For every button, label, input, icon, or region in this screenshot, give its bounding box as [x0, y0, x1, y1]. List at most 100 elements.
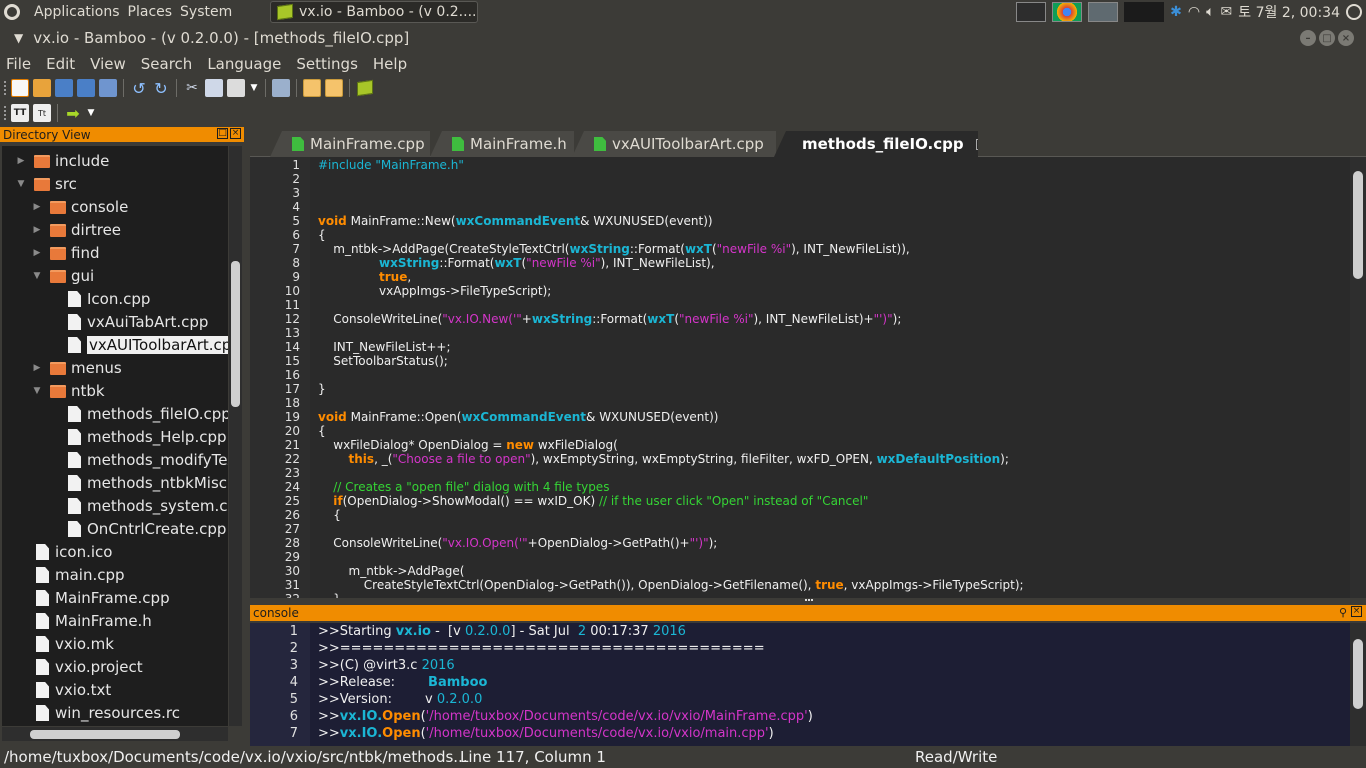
expand-arrow-icon[interactable]: ▶: [16, 156, 26, 166]
tree-vertical-scrollbar[interactable]: [229, 146, 242, 726]
directory-view-toggle-icon[interactable]: [303, 79, 321, 97]
tree-file[interactable]: vxio.txt: [16, 679, 111, 701]
redo-icon[interactable]: ↻: [152, 79, 170, 98]
tab-vxauitoolbarart-cpp[interactable]: vxAUIToolbarArt.cpp: [572, 131, 776, 157]
menu-language[interactable]: Language: [207, 55, 281, 73]
tree-file[interactable]: methods_Help.cpp: [48, 426, 227, 448]
bluetooth-icon[interactable]: ✱: [1170, 4, 1182, 20]
tree-folder[interactable]: ▶ find: [32, 242, 100, 264]
collapse-arrow-icon[interactable]: ▼: [32, 271, 42, 281]
toolbar-grip[interactable]: [4, 106, 7, 120]
panel-close-icon[interactable]: ×: [1351, 606, 1362, 617]
code-editor[interactable]: 1 2 3 4 5 6 7 8 9 10 11 12 13 14 15 16 17 18 19 20 21 22 23 24 2…: [250, 157, 1350, 598]
workspace-terminal-icon[interactable]: [1016, 2, 1047, 22]
tree-file[interactable]: vxAuiTabArt.cpp: [48, 311, 208, 333]
find-icon[interactable]: [272, 79, 290, 97]
cut-icon[interactable]: ✂: [183, 79, 201, 97]
system-menu[interactable]: System: [176, 4, 236, 20]
ubuntu-logo-icon[interactable]: [0, 0, 24, 24]
directory-tree[interactable]: ▶ include ▼ src ▶ console ▶ dirtree ▶ find ▼ gui Ico…: [2, 146, 228, 726]
tree-file[interactable]: methods_modifyTex: [48, 449, 228, 471]
tree-file[interactable]: vxAUIToolbarArt.cp: [48, 334, 228, 356]
tab-close-icon[interactable]: ×: [975, 138, 978, 150]
volume-icon[interactable]: 🔈︎: [1206, 4, 1214, 20]
paste-icon[interactable]: [227, 79, 245, 97]
dropdown-arrow-icon[interactable]: ▼: [249, 79, 259, 97]
expand-arrow-icon[interactable]: ▶: [32, 248, 42, 258]
workspace-empty[interactable]: [1124, 2, 1165, 22]
menu-view[interactable]: View: [90, 55, 126, 73]
menu-file[interactable]: File: [6, 55, 31, 73]
tab-mainframe-h[interactable]: MainFrame.h: [430, 131, 574, 157]
scroll-thumb[interactable]: [1353, 639, 1363, 709]
keyboard-icon[interactable]: ✉: [1221, 4, 1233, 20]
console-toggle-icon[interactable]: [325, 79, 343, 97]
wifi-icon[interactable]: ◠: [1188, 4, 1200, 20]
tree-file[interactable]: vxio.project: [16, 656, 143, 678]
collapse-arrow-icon[interactable]: ▼: [16, 179, 26, 189]
save-all-icon[interactable]: [99, 79, 117, 97]
copy-icon[interactable]: [205, 79, 223, 97]
save-icon[interactable]: [55, 79, 73, 97]
tree-file[interactable]: icon.ico: [16, 541, 112, 563]
taskbar-window-button[interactable]: vx.io - Bamboo - (v 0.2....: [270, 1, 478, 23]
dropdown-arrow-icon[interactable]: ▼: [86, 104, 96, 122]
close-button[interactable]: ×: [1338, 30, 1354, 46]
expand-arrow-icon[interactable]: ▶: [32, 363, 42, 373]
font-smaller-icon[interactable]: Tt: [33, 104, 51, 122]
new-file-icon[interactable]: [11, 79, 29, 97]
clock[interactable]: 토 7월 2, 00:34: [1238, 2, 1340, 22]
places-menu[interactable]: Places: [124, 4, 177, 20]
menu-help[interactable]: Help: [373, 55, 407, 73]
tab-mainframe-cpp[interactable]: MainFrame.cpp: [270, 131, 430, 157]
panel-maximize-icon[interactable]: □: [217, 128, 228, 139]
tree-horizontal-scrollbar[interactable]: [2, 727, 228, 741]
tab-methods-fileio-cpp[interactable]: methods_fileIO.cpp ×: [774, 131, 978, 157]
scroll-thumb[interactable]: [1353, 171, 1363, 279]
menu-settings[interactable]: Settings: [296, 55, 358, 73]
tree-file[interactable]: MainFrame.cpp: [16, 587, 170, 609]
tree-file[interactable]: OnCntrlCreate.cpp: [48, 518, 226, 540]
workspace-bamboo-icon[interactable]: [1088, 2, 1119, 22]
tree-file[interactable]: methods_ntbkMisc.: [48, 472, 228, 494]
pin-icon[interactable]: ⚲: [1339, 606, 1347, 619]
toolbar-grip[interactable]: [4, 81, 7, 95]
tree-file[interactable]: MainFrame.h: [16, 610, 152, 632]
tree-file[interactable]: methods_fileIO.cpp: [48, 403, 228, 425]
tree-file[interactable]: win_resources.rc: [16, 702, 180, 724]
menu-edit[interactable]: Edit: [46, 55, 75, 73]
tree-folder[interactable]: ▶ menus: [32, 357, 122, 379]
window-menu-icon[interactable]: ▼: [14, 31, 23, 45]
maximize-button[interactable]: □: [1319, 30, 1335, 46]
expand-arrow-icon[interactable]: ▶: [32, 202, 42, 212]
console-output[interactable]: 1234567 >>Starting vx.io - [v 0.2.0.0] -…: [250, 623, 1350, 746]
tree-folder[interactable]: ▼ src: [16, 173, 77, 195]
tree-folder[interactable]: ▼ gui: [32, 265, 95, 287]
menu-search[interactable]: Search: [141, 55, 193, 73]
run-arrow-icon[interactable]: ➡: [64, 104, 82, 123]
tree-file[interactable]: Icon.cpp: [48, 288, 150, 310]
tree-folder[interactable]: ▶ console: [32, 196, 129, 218]
applications-menu[interactable]: Applications: [30, 4, 124, 20]
tree-folder[interactable]: ▶ dirtree: [32, 219, 122, 241]
panel-close-icon[interactable]: ×: [230, 128, 241, 139]
open-folder-icon[interactable]: [33, 79, 51, 97]
editor-vertical-scrollbar[interactable]: [1350, 157, 1366, 598]
tree-folder[interactable]: ▶ include: [16, 150, 110, 172]
bamboo-cube-icon[interactable]: [356, 79, 374, 97]
console-vertical-scrollbar[interactable]: [1350, 623, 1366, 746]
undo-icon[interactable]: ↺: [130, 79, 148, 98]
expand-arrow-icon[interactable]: ▶: [32, 225, 42, 235]
tree-file[interactable]: vxio.mk: [16, 633, 114, 655]
pane-splitter[interactable]: [250, 598, 1366, 605]
tree-file[interactable]: methods_system.cp: [48, 495, 228, 517]
tree-file[interactable]: main.cpp: [16, 564, 125, 586]
save-as-icon[interactable]: [77, 79, 95, 97]
scroll-thumb[interactable]: [30, 730, 180, 739]
minimize-button[interactable]: –: [1300, 30, 1316, 46]
collapse-arrow-icon[interactable]: ▼: [32, 386, 42, 396]
scroll-thumb[interactable]: [231, 261, 240, 407]
workspace-chrome-icon[interactable]: [1052, 2, 1083, 22]
tree-folder[interactable]: ▼ ntbk: [32, 380, 105, 402]
power-icon[interactable]: [1346, 4, 1362, 20]
